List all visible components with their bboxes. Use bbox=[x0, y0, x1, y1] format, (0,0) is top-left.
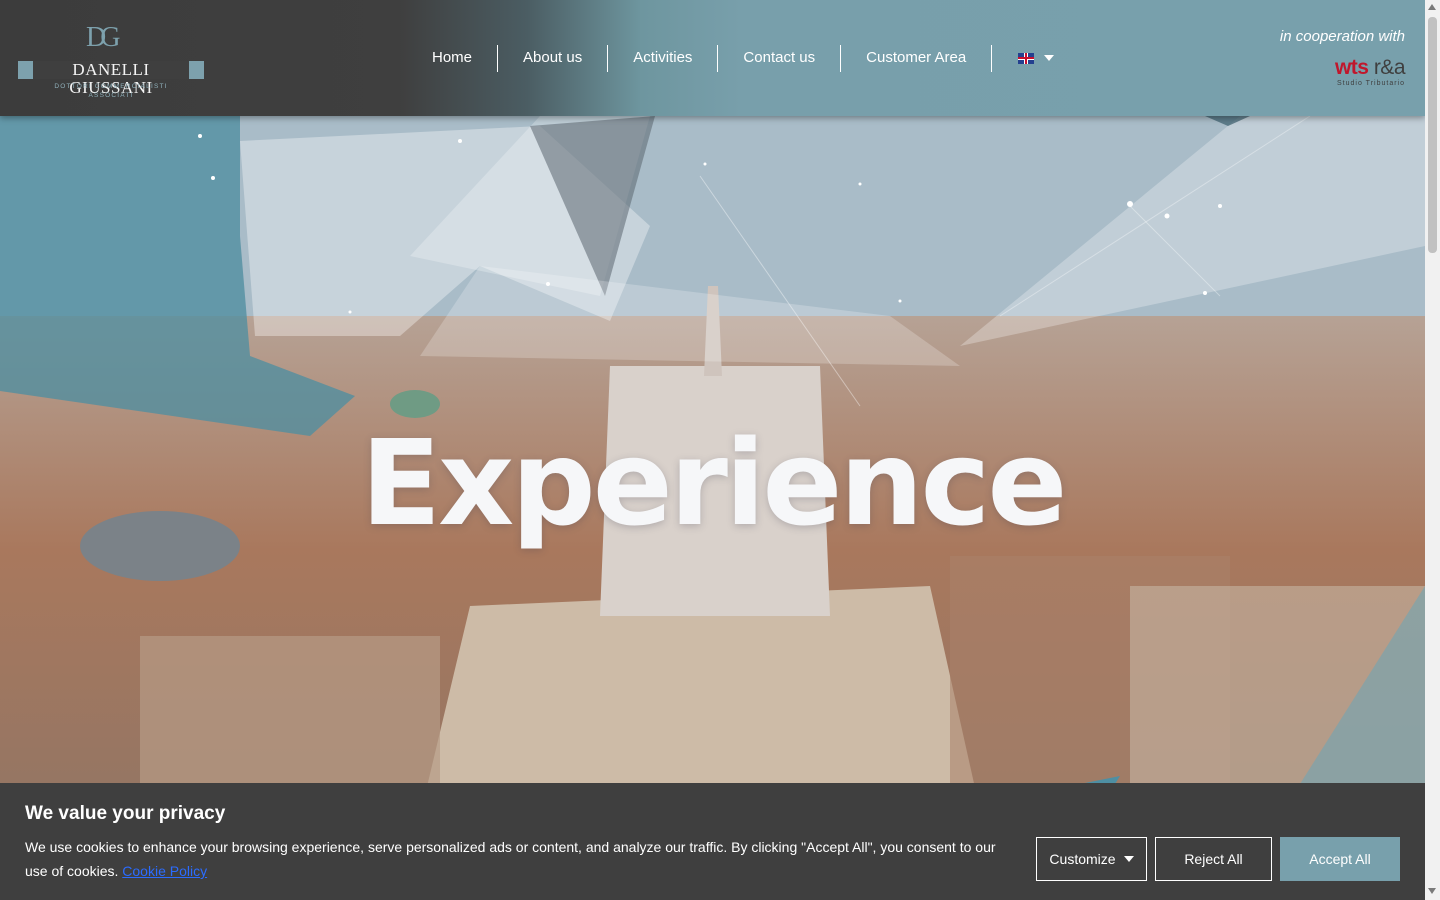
customize-label: Customize bbox=[1049, 851, 1116, 867]
cookie-banner: We value your privacy We use cookies to … bbox=[0, 783, 1425, 900]
nav-about-us[interactable]: About us bbox=[498, 44, 607, 72]
hero-headline: Experience bbox=[360, 414, 1068, 552]
site-logo[interactable]: DG DANELLI GIUSSANI DOTTORI COMMERCIALIS… bbox=[18, 22, 204, 99]
nav-activities[interactable]: Activities bbox=[608, 44, 717, 72]
partner-brand-red: wts bbox=[1334, 56, 1369, 79]
partner-brand: wts r&a bbox=[1334, 56, 1406, 80]
partner-subtitle: Studio Tributario bbox=[1337, 80, 1405, 87]
cookie-title: We value your privacy bbox=[25, 803, 226, 824]
site-header: DG DANELLI GIUSSANI DOTTORI COMMERCIALIS… bbox=[0, 0, 1425, 116]
logo-name: DANELLI GIUSSANI bbox=[33, 61, 189, 97]
caret-down-icon bbox=[1044, 55, 1055, 61]
main-nav: Home About us Activities Contact us Cust… bbox=[407, 44, 1055, 72]
nav-customer-area[interactable]: Customer Area bbox=[841, 44, 991, 72]
cooperation-text: in cooperation with bbox=[1279, 28, 1405, 45]
logo-monogram: DG bbox=[86, 22, 120, 53]
partner-brand-dark: r&a bbox=[1373, 56, 1406, 79]
nav-home[interactable]: Home bbox=[407, 44, 497, 72]
scroll-down-arrow-icon[interactable] bbox=[1428, 888, 1436, 894]
cookie-description: We use cookies to enhance your browsing … bbox=[25, 835, 1015, 883]
caret-down-icon bbox=[1123, 856, 1134, 862]
reject-all-button[interactable]: Reject All bbox=[1155, 837, 1272, 881]
page-scrollbar[interactable] bbox=[1425, 0, 1440, 900]
customize-button[interactable]: Customize bbox=[1036, 837, 1147, 881]
nav-contact-us[interactable]: Contact us bbox=[718, 44, 840, 72]
logo-bar: DANELLI GIUSSANI bbox=[18, 61, 204, 97]
scroll-up-arrow-icon[interactable] bbox=[1428, 4, 1436, 10]
page: DG DANELLI GIUSSANI DOTTORI COMMERCIALIS… bbox=[0, 0, 1425, 900]
cookie-policy-link[interactable]: Cookie Policy bbox=[122, 863, 207, 879]
language-selector[interactable] bbox=[992, 52, 1055, 64]
uk-flag-icon bbox=[1018, 52, 1035, 64]
accept-all-button[interactable]: Accept All bbox=[1280, 837, 1400, 881]
partner-logo[interactable]: wts r&a Studio Tributario bbox=[1331, 56, 1406, 88]
logo-tagline: DOTTORI COMMERCIALISTI ASSOCIATI bbox=[54, 83, 168, 99]
scroll-thumb[interactable] bbox=[1428, 17, 1437, 253]
